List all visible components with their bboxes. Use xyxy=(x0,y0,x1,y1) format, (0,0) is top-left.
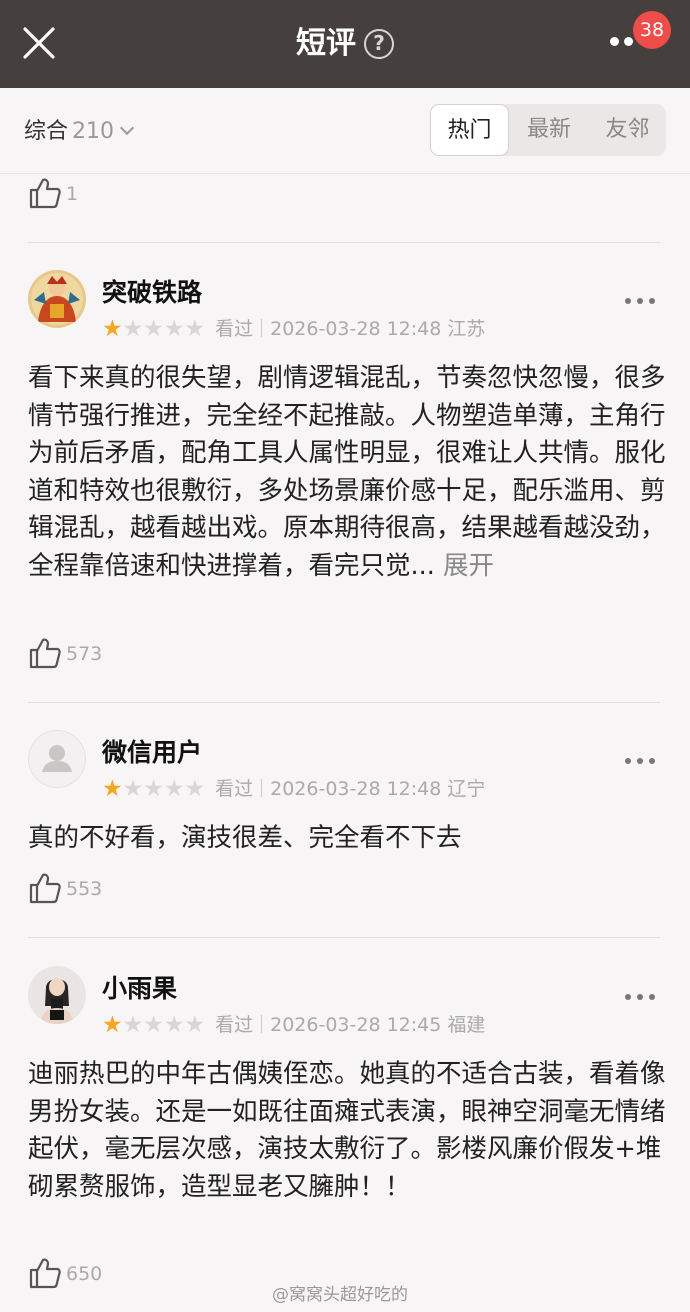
watch-status: 看过 xyxy=(215,318,254,340)
more-icon[interactable] xyxy=(610,37,636,47)
review-meta: ★★★★★ 看过 2026-03-28 12:45 福建 xyxy=(102,1011,485,1039)
star-rating: ★★★★★ xyxy=(102,1011,205,1039)
top-nav-bar: 短评? 38 xyxy=(0,0,690,88)
star-icon: ★ xyxy=(102,1012,123,1038)
username[interactable]: 小雨果 xyxy=(102,972,177,1006)
like-count: 1 xyxy=(66,183,79,205)
tab-latest[interactable]: 最新 xyxy=(509,104,589,156)
sort-label: 综合 xyxy=(24,119,69,144)
review-location: 辽宁 xyxy=(447,778,486,800)
watermark: @窝窝头超好吃的 xyxy=(272,1285,408,1305)
review-meta: ★★★★★ 看过 2026-03-28 12:48 辽宁 xyxy=(102,775,485,803)
star-rating: ★★★★★ xyxy=(102,775,205,803)
like-count: 553 xyxy=(66,878,103,900)
username[interactable]: 微信用户 xyxy=(102,736,202,770)
thumbs-up-icon xyxy=(29,638,61,669)
star-icon: ★★★★ xyxy=(122,316,206,342)
tab-segment: 热门 最新 友邻 xyxy=(430,104,666,156)
like-button[interactable]: 553 xyxy=(28,871,102,907)
review-location: 福建 xyxy=(447,1014,486,1036)
chevron-down-icon xyxy=(119,120,135,136)
review-body: 真的不好看，演技很差、完全看不下去 xyxy=(28,823,462,853)
ellipsis-icon[interactable] xyxy=(625,758,655,766)
like-count: 650 xyxy=(66,1263,103,1285)
star-icon: ★★★★ xyxy=(122,1012,206,1038)
notification-badge: 38 xyxy=(633,11,671,49)
review-count: 210 xyxy=(72,119,115,144)
page-title-group: 短评? xyxy=(0,22,690,66)
review-body: 迪丽热巴的中年古偶姨侄恋。她真的不适合古装，看着像男扮女装。还是一如既往面瘫式表… xyxy=(28,1059,666,1202)
ellipsis-icon[interactable] xyxy=(625,298,655,306)
star-icon: ★★★★ xyxy=(122,776,206,802)
divider xyxy=(28,702,660,703)
page-title: 短评 xyxy=(296,26,356,61)
divider xyxy=(28,937,660,938)
review-text: 迪丽热巴的中年古偶姨侄恋。她真的不适合古装，看着像男扮女装。还是一如既往面瘫式表… xyxy=(28,1056,668,1206)
review-text: 真的不好看，演技很差、完全看不下去 xyxy=(28,820,668,858)
filter-bar: 综合 210 热门 最新 友邻 xyxy=(0,88,690,174)
like-button[interactable]: 1 xyxy=(28,176,78,212)
username[interactable]: 突破铁路 xyxy=(102,276,202,310)
watch-status: 看过 xyxy=(215,778,254,800)
thumbs-up-icon xyxy=(29,1258,61,1289)
tab-friends[interactable]: 友邻 xyxy=(589,104,666,156)
tab-hot[interactable]: 热门 xyxy=(430,104,509,156)
watch-status: 看过 xyxy=(215,1014,254,1036)
star-icon: ★ xyxy=(102,316,123,342)
review-meta: ★★★★★ 看过 2026-03-28 12:48 江苏 xyxy=(102,315,485,343)
sort-dropdown[interactable]: 综合 210 xyxy=(24,117,135,147)
avatar[interactable] xyxy=(28,730,86,788)
review-text: 看下来真的很失望，剧情逻辑混乱，节奏忽快忽慢，很多情节强行推进，完全经不起推敲。… xyxy=(28,360,668,585)
review-datetime: 2026-03-28 12:48 xyxy=(270,778,442,800)
thumbs-up-icon xyxy=(29,178,61,209)
ellipsis-icon[interactable] xyxy=(625,994,655,1002)
expand-link[interactable]: 展开 xyxy=(443,551,494,581)
review-datetime: 2026-03-28 12:48 xyxy=(270,318,442,340)
review-location: 江苏 xyxy=(447,318,486,340)
like-button[interactable]: 573 xyxy=(28,636,102,672)
divider xyxy=(28,242,660,243)
review-datetime: 2026-03-28 12:45 xyxy=(270,1014,442,1036)
avatar[interactable] xyxy=(28,270,86,328)
thumbs-up-icon xyxy=(29,873,61,904)
like-button[interactable]: 650 xyxy=(28,1256,102,1292)
star-icon: ★ xyxy=(102,776,123,802)
avatar[interactable] xyxy=(28,966,86,1024)
help-icon[interactable]: ? xyxy=(364,29,394,59)
review-body: 看下来真的很失望，剧情逻辑混乱，节奏忽快忽慢，很多情节强行推进，完全经不起推敲。… xyxy=(28,363,666,581)
like-count: 573 xyxy=(66,643,103,665)
star-rating: ★★★★★ xyxy=(102,315,205,343)
